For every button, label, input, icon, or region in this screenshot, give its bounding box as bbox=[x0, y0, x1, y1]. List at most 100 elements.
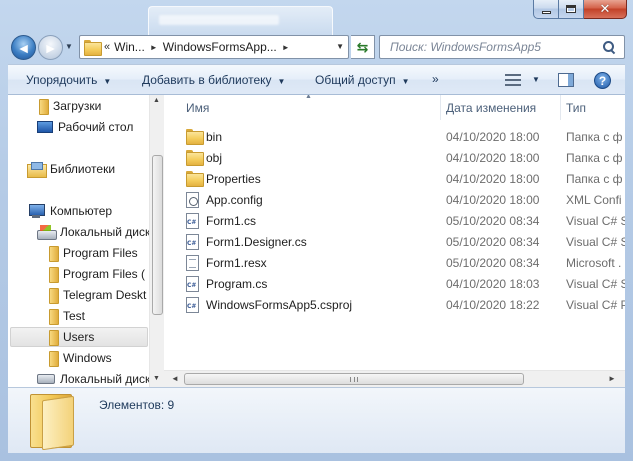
nav-pane-scrollbar[interactable]: ▲ ▼ bbox=[149, 95, 164, 387]
forward-button[interactable]: ► bbox=[38, 35, 63, 60]
column-header-type[interactable]: Тип bbox=[566, 101, 586, 115]
recent-pages-dropdown[interactable]: ▼ bbox=[65, 42, 75, 52]
scroll-up-icon[interactable]: ▲ bbox=[153, 97, 160, 104]
nav-item-label: Program Files ( bbox=[63, 267, 146, 281]
file-name: Form1.Designer.cs bbox=[206, 235, 307, 249]
view-dropdown-icon[interactable]: ▼ bbox=[532, 75, 540, 84]
help-icon[interactable]: ? bbox=[594, 72, 611, 89]
scroll-right-icon[interactable]: ► bbox=[608, 374, 616, 383]
view-options-icon[interactable] bbox=[505, 74, 521, 86]
chevron-down-icon: ▼ bbox=[401, 77, 410, 86]
drive-icon bbox=[37, 225, 57, 240]
file-list: ▲ Имя Дата изменения Тип bin 04/10/2020 … bbox=[164, 95, 625, 387]
address-overflow[interactable]: « bbox=[104, 41, 110, 53]
forward-arrow-icon: ► bbox=[43, 39, 58, 56]
nav-item-telegram-desktop[interactable]: Telegram Deskt bbox=[48, 285, 146, 305]
file-date: 05/10/2020 08:34 bbox=[446, 214, 540, 228]
folder-icon bbox=[186, 129, 204, 145]
column-divider[interactable] bbox=[440, 95, 441, 120]
file-date: 04/10/2020 18:03 bbox=[446, 277, 540, 291]
column-header-name[interactable]: Имя bbox=[186, 101, 209, 115]
nav-item-label: Users bbox=[63, 330, 95, 344]
file-name: obj bbox=[206, 151, 223, 165]
address-dropdown-icon[interactable]: ▼ bbox=[336, 42, 344, 51]
folder-icon bbox=[48, 288, 59, 304]
nav-item-test[interactable]: Test bbox=[48, 306, 85, 326]
scroll-left-icon[interactable]: ◄ bbox=[171, 374, 179, 383]
column-header-date[interactable]: Дата изменения bbox=[446, 101, 536, 115]
horizontal-scroll-thumb[interactable] bbox=[184, 373, 524, 385]
file-name: bin bbox=[206, 130, 223, 144]
folder-icon bbox=[48, 330, 59, 346]
sort-ascending-icon: ▲ bbox=[305, 95, 312, 100]
organize-menu[interactable]: Упорядочить ▼ bbox=[26, 73, 111, 87]
minimize-button[interactable] bbox=[533, 0, 559, 19]
back-button[interactable]: ◄ bbox=[11, 35, 36, 60]
background-window-tab bbox=[148, 6, 333, 36]
nav-item-local-disk-c[interactable]: Локальный диск bbox=[37, 222, 150, 242]
folder-icon bbox=[48, 309, 59, 325]
breadcrumb-separator-icon[interactable]: ► bbox=[150, 43, 158, 52]
scroll-down-icon[interactable]: ▼ bbox=[153, 375, 160, 382]
share-label: Общий доступ bbox=[315, 73, 396, 87]
csharp-file-icon bbox=[186, 213, 199, 229]
address-bar[interactable]: « Win... ► WindowsFormsApp... ► ▼ bbox=[79, 35, 349, 59]
table-row[interactable]: WindowsFormsApp5.csproj 04/10/2020 18:22… bbox=[164, 295, 625, 316]
more-commands-button[interactable]: » bbox=[432, 72, 439, 86]
folder-icon bbox=[48, 267, 59, 283]
refresh-button[interactable]: ⇆ bbox=[351, 35, 375, 59]
nav-pane-scroll-thumb[interactable] bbox=[152, 155, 163, 315]
nav-item-computer[interactable]: Компьютер bbox=[27, 201, 112, 221]
table-row[interactable]: Properties 04/10/2020 18:00 Папка с ф bbox=[164, 169, 625, 190]
file-type: Папка с ф bbox=[566, 172, 623, 186]
search-input[interactable]: Поиск: WindowsFormsApp5 bbox=[390, 40, 602, 54]
maximize-button[interactable] bbox=[559, 0, 584, 19]
table-row[interactable]: Form1.Designer.cs 05/10/2020 08:34 Visua… bbox=[164, 232, 625, 253]
table-row[interactable]: App.config 04/10/2020 18:00 XML Confi bbox=[164, 190, 625, 211]
file-date: 05/10/2020 08:34 bbox=[446, 235, 540, 249]
breadcrumb-win[interactable]: Win... bbox=[114, 40, 145, 54]
nav-item-downloads[interactable]: Загрузки bbox=[38, 96, 101, 116]
table-row[interactable]: Program.cs 04/10/2020 18:03 Visual C# S bbox=[164, 274, 625, 295]
search-box[interactable]: Поиск: WindowsFormsApp5 bbox=[379, 35, 625, 59]
file-type: Visual C# S bbox=[566, 277, 625, 291]
share-menu[interactable]: Общий доступ ▼ bbox=[315, 73, 410, 87]
file-name: Program.cs bbox=[206, 277, 268, 291]
nav-item-program-files-x86[interactable]: Program Files ( bbox=[48, 264, 145, 284]
nav-item-local-disk-d[interactable]: Локальный диск bbox=[37, 369, 150, 387]
add-to-library-menu[interactable]: Добавить в библиотеку ▼ bbox=[142, 73, 285, 87]
nav-item-windows[interactable]: Windows bbox=[48, 348, 112, 368]
details-pane: Элементов: 9 bbox=[8, 387, 625, 453]
folder-icon bbox=[48, 246, 59, 262]
file-type: Visual C# S bbox=[566, 214, 625, 228]
chevron-down-icon: ▼ bbox=[103, 77, 112, 86]
column-header-row: ▲ Имя Дата изменения Тип bbox=[164, 95, 625, 120]
close-button[interactable]: ✕ bbox=[584, 0, 627, 19]
nav-item-label: Program Files bbox=[63, 246, 138, 260]
nav-item-label: Библиотеки bbox=[50, 162, 116, 176]
nav-item-program-files[interactable]: Program Files bbox=[48, 243, 138, 263]
file-date: 04/10/2020 18:00 bbox=[446, 151, 540, 165]
nav-item-libraries[interactable]: Библиотеки bbox=[27, 159, 115, 179]
nav-item-desktop[interactable]: Рабочий стол bbox=[37, 117, 133, 137]
file-date: 04/10/2020 18:00 bbox=[446, 130, 540, 144]
preview-pane-icon[interactable] bbox=[558, 73, 574, 87]
table-row[interactable]: Form1.resx 05/10/2020 08:34 Microsoft . bbox=[164, 253, 625, 274]
breadcrumb-separator-icon[interactable]: ► bbox=[282, 43, 290, 52]
table-row[interactable]: Form1.cs 05/10/2020 08:34 Visual C# S bbox=[164, 211, 625, 232]
horizontal-scrollbar[interactable]: ◄ ► bbox=[164, 370, 625, 387]
back-arrow-icon: ◄ bbox=[16, 39, 31, 56]
file-name: App.config bbox=[206, 193, 263, 207]
search-icon[interactable] bbox=[602, 40, 616, 54]
file-name: Form1.cs bbox=[206, 214, 257, 228]
column-divider[interactable] bbox=[560, 95, 561, 120]
table-row[interactable]: bin 04/10/2020 18:00 Папка с ф bbox=[164, 127, 625, 148]
table-row[interactable]: obj 04/10/2020 18:00 Папка с ф bbox=[164, 148, 625, 169]
nav-item-users[interactable]: Users bbox=[10, 327, 148, 347]
breadcrumb-windowsformsapp[interactable]: WindowsFormsApp... bbox=[163, 40, 277, 54]
nav-item-label: Загрузки bbox=[53, 99, 102, 113]
grip-icon bbox=[350, 377, 358, 382]
csharp-file-icon bbox=[186, 276, 199, 292]
config-file-icon bbox=[186, 192, 199, 208]
file-date: 04/10/2020 18:22 bbox=[446, 298, 540, 312]
